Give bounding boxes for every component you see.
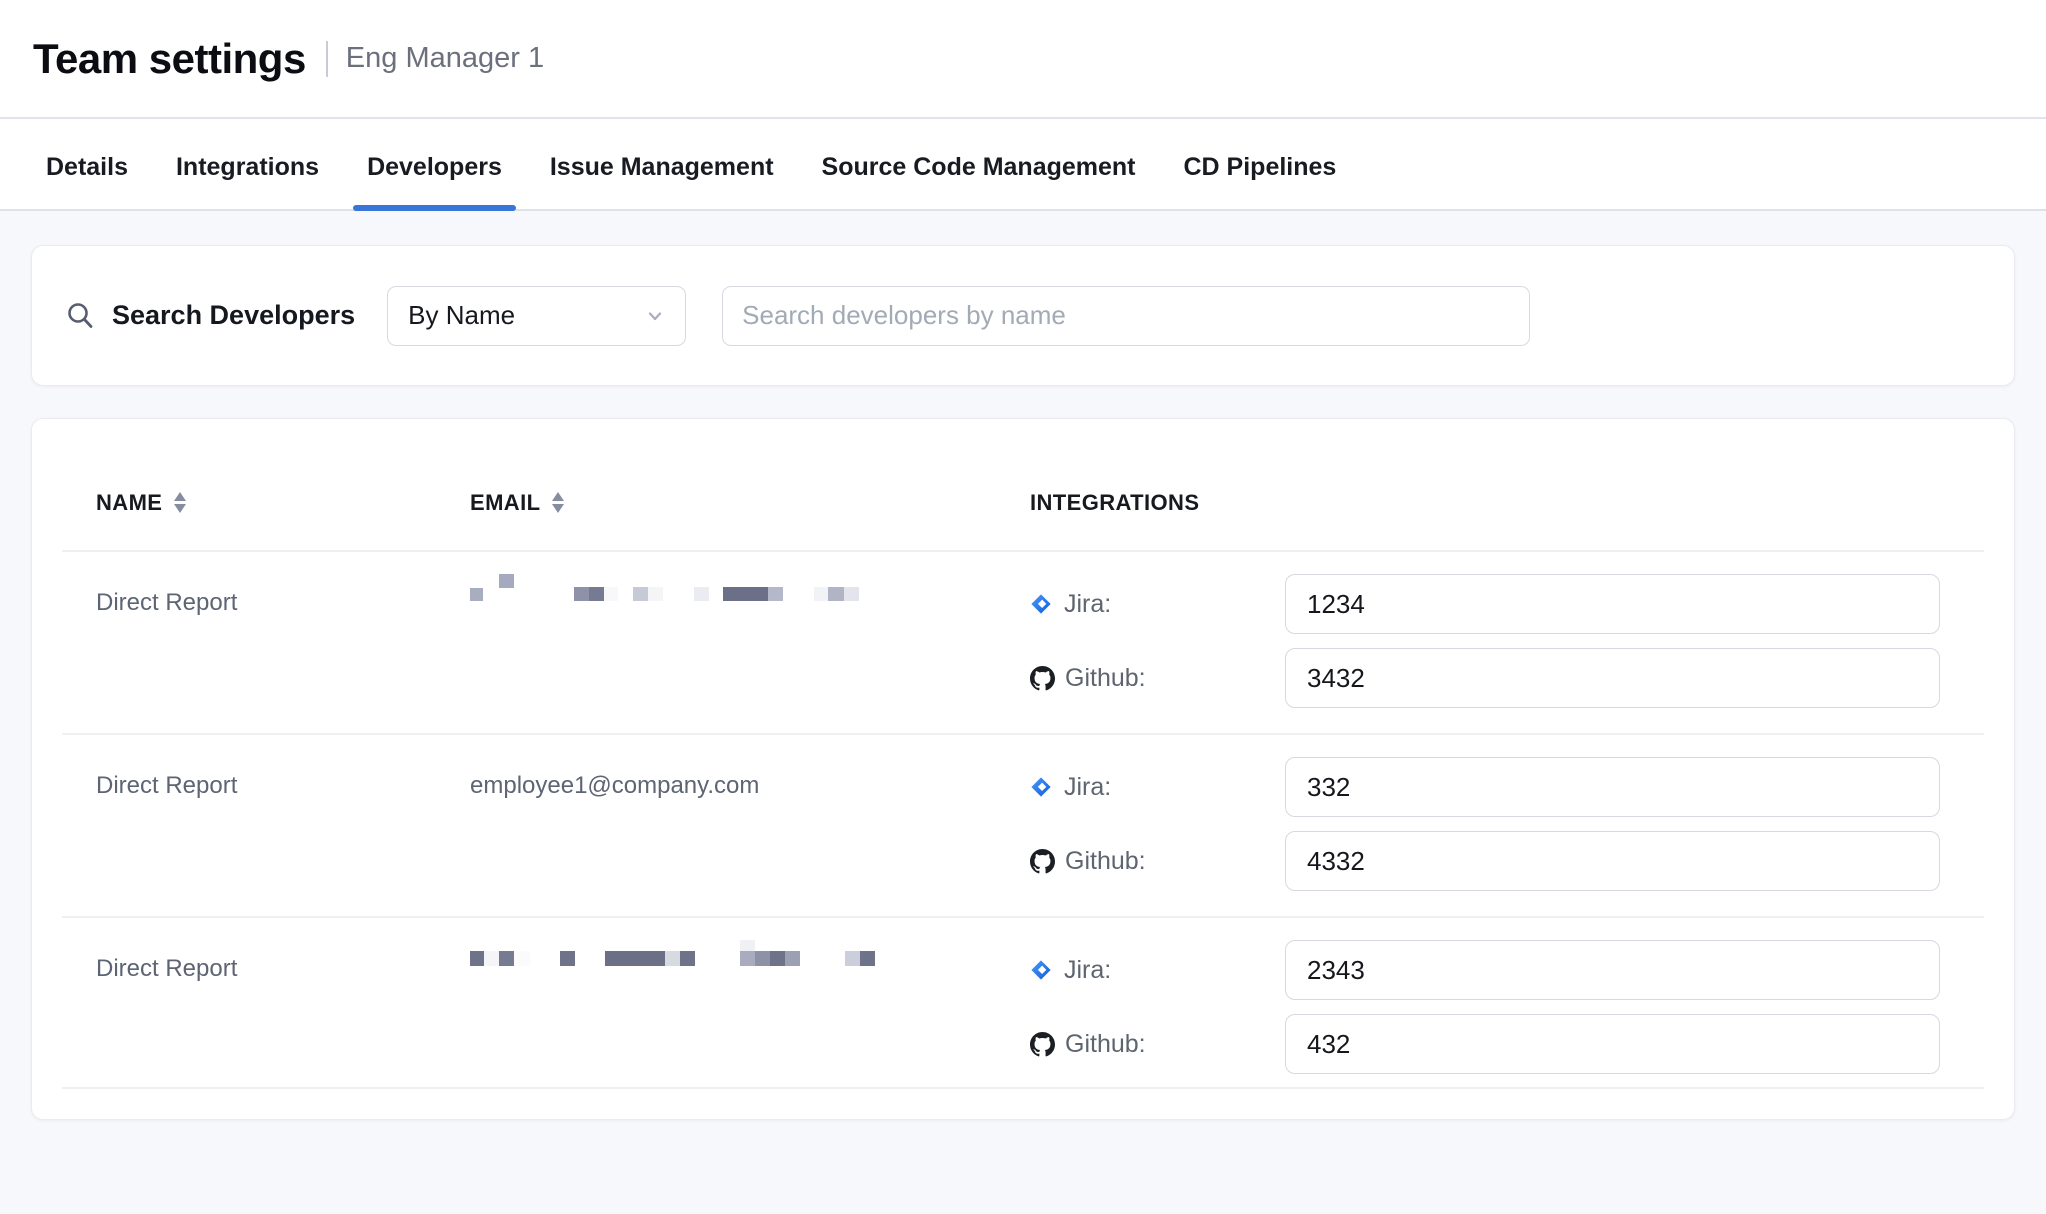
developer-email: employee1@company.com [470, 757, 1030, 916]
redacted-email [470, 574, 890, 604]
column-header-name[interactable]: NAME [96, 490, 470, 516]
search-input-wrap [722, 286, 1530, 346]
team-settings-page: Team settings Eng Manager 1 Details Inte… [0, 0, 2046, 1214]
jira-icon [1030, 776, 1052, 798]
table-header-row: NAME EMAIL INTEGRATIONS [32, 419, 2014, 550]
jira-label: Jira: [1064, 956, 1111, 985]
tab-cd-pipelines[interactable]: CD Pipelines [1184, 125, 1337, 209]
table-row: Direct Report Jira: [32, 918, 2014, 1087]
github-icon [1030, 849, 1055, 874]
tab-developers[interactable]: Developers [367, 125, 502, 209]
developer-name: Direct Report [96, 757, 470, 916]
jira-label: Jira: [1064, 590, 1111, 619]
developers-table-card: NAME EMAIL INTEGRATIONS Direct Report [31, 418, 2015, 1120]
github-label: Github: [1065, 847, 1146, 876]
table-row: Direct Report employee1@company.com Jira… [32, 735, 2014, 916]
jira-id-input[interactable] [1285, 940, 1940, 1000]
jira-id-input[interactable] [1285, 574, 1940, 634]
search-card: Search Developers By Name [31, 245, 2015, 386]
column-header-integrations: INTEGRATIONS [1030, 490, 1940, 516]
github-icon [1030, 1032, 1055, 1057]
jira-icon [1030, 959, 1052, 981]
redacted-email [470, 940, 890, 970]
tab-issue-management[interactable]: Issue Management [550, 125, 774, 209]
sort-icon[interactable] [551, 492, 565, 513]
jira-label: Jira: [1064, 773, 1111, 802]
page-header: Team settings Eng Manager 1 [0, 0, 2046, 119]
github-label: Github: [1065, 664, 1146, 693]
developer-name: Direct Report [96, 574, 470, 733]
search-filter-select[interactable]: By Name [387, 286, 686, 346]
tab-source-code-management[interactable]: Source Code Management [822, 125, 1136, 209]
search-icon [65, 301, 95, 331]
developer-name: Direct Report [96, 940, 470, 1088]
search-input[interactable] [722, 286, 1530, 346]
github-id-input[interactable] [1285, 648, 1940, 708]
filter-selected-value: By Name [408, 300, 645, 331]
github-label: Github: [1065, 1030, 1146, 1059]
github-id-input[interactable] [1285, 1014, 1940, 1074]
jira-icon [1030, 593, 1052, 615]
search-developers-label: Search Developers [112, 300, 355, 331]
github-icon [1030, 666, 1055, 691]
title-separator [326, 41, 328, 77]
sort-icon[interactable] [173, 492, 187, 513]
tab-integrations[interactable]: Integrations [176, 125, 319, 209]
team-name: Eng Manager 1 [346, 42, 544, 75]
tab-details[interactable]: Details [46, 125, 128, 209]
github-id-input[interactable] [1285, 831, 1940, 891]
table-row: Direct Report [32, 552, 2014, 733]
column-header-email[interactable]: EMAIL [470, 490, 1030, 516]
chevron-down-icon [645, 306, 665, 326]
page-title: Team settings [33, 35, 306, 83]
jira-id-input[interactable] [1285, 757, 1940, 817]
tab-bar: Details Integrations Developers Issue Ma… [0, 119, 2046, 211]
